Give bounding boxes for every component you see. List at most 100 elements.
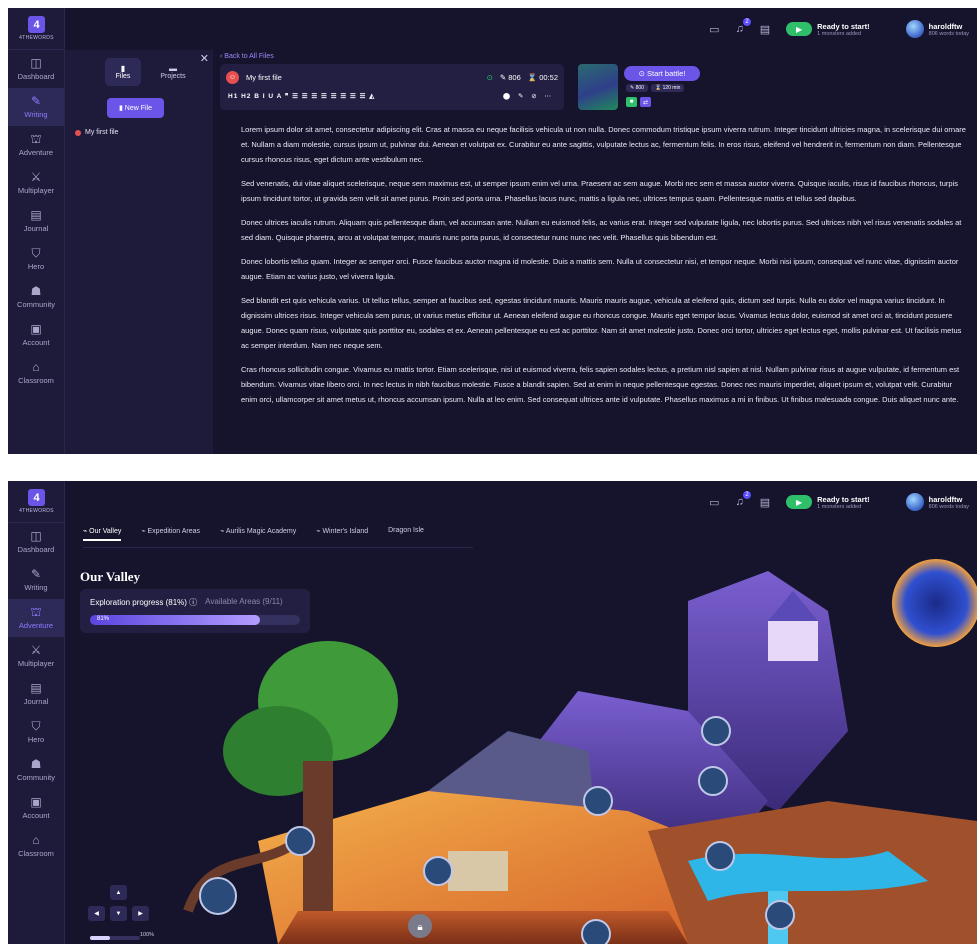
sidebar-item-adventure[interactable]: ⛫ Adventure: [8, 126, 64, 164]
logo-mark: 4: [28, 16, 45, 33]
sidebar-item-multiplayer[interactable]: ⚔ Multiplayer: [8, 164, 64, 202]
new-file-button[interactable]: ▮ New File: [107, 98, 164, 118]
pan-down-button[interactable]: ▼: [110, 906, 127, 921]
pan-right-button[interactable]: ▶: [132, 906, 149, 921]
tab-winters-island[interactable]: ⌁ Winter's Island: [316, 527, 368, 541]
user-menu[interactable]: haroldftw 806 words today: [905, 493, 969, 511]
user-menu[interactable]: haroldftw 806 words today: [905, 20, 969, 38]
format-toolbar[interactable]: H1 H2 B I U A ❞ ☰ ☰ ☰ ☰ ☰ ☰ ☰ ☰ ◭: [228, 92, 375, 100]
sidebar-item-multiplayer[interactable]: ⚔ Multiplayer: [8, 637, 64, 675]
sidebar-item-journal[interactable]: ▤ Journal: [8, 675, 64, 713]
monster-green-icon[interactable]: ■: [626, 97, 637, 107]
map-node[interactable]: [199, 877, 237, 915]
lock-icon: 🔒︎: [417, 922, 422, 933]
tab-aurilis-magic-academy[interactable]: ⌁ Aurilis Magic Academy: [220, 527, 296, 541]
sidebar-item-writing[interactable]: ✎ Writing: [8, 561, 64, 599]
adventure-icon: ⛫: [30, 605, 42, 619]
ready-status[interactable]: ▶ Ready to start! 1 monsters added: [786, 495, 870, 510]
file-icon: ▮: [120, 64, 126, 73]
sidebar-item-account[interactable]: ▣ Account: [8, 316, 64, 354]
sidebar-item-adventure[interactable]: ⛫ Adventure: [8, 599, 64, 637]
paragraph: Donec lobortis tellus quam. Integer ac s…: [241, 257, 959, 281]
map-node[interactable]: [581, 919, 611, 944]
sidebar-item-classroom[interactable]: ⌂ Classroom: [8, 354, 64, 392]
available-areas[interactable]: Available Areas (9/11): [205, 597, 283, 608]
file-list-item[interactable]: My first file: [75, 129, 118, 136]
swords-icon: ⚔: [30, 170, 42, 184]
start-battle-button[interactable]: ⊙ Start battle!: [624, 66, 700, 81]
adventure-screen: 4 4THEWORDS ◫ Dashboard ✎ Writing ⛫ Adventu…: [8, 481, 977, 944]
map-node[interactable]: [701, 716, 731, 746]
sidebar-item-community[interactable]: ☗ Community: [8, 278, 64, 316]
map-node[interactable]: [765, 900, 795, 930]
progress-track: 81%: [90, 615, 300, 625]
sidebar-item-community[interactable]: ☗ Community: [8, 751, 64, 789]
topbar: ▭ ♫ 2 ▤ ▶ Ready to start! 1 monsters added…: [65, 481, 977, 523]
exploration-progress-card: Exploration progress (81%) ⓘ Available A…: [80, 589, 310, 633]
document-body[interactable]: Lorem ipsum dolor sit amet, consectetur …: [241, 122, 967, 416]
tab-expedition-areas[interactable]: ⌁ Expedition Areas: [141, 527, 200, 541]
logo-mark: 4: [28, 489, 45, 506]
zoom-slider[interactable]: [90, 936, 140, 940]
logo[interactable]: 4 4THEWORDS: [8, 8, 65, 50]
community-icon: ☗: [30, 757, 42, 771]
document-icon[interactable]: ▤: [760, 496, 770, 509]
sidebar-item-dashboard[interactable]: ◫ Dashboard: [8, 523, 64, 561]
paragraph: Cras rhoncus sollicitudin congue. Vivamu…: [241, 365, 960, 404]
avatar: [905, 493, 924, 511]
paragraph: Lorem ipsum dolor sit amet, consectetur …: [241, 125, 966, 164]
pan-left-button[interactable]: ◀: [88, 906, 105, 921]
close-icon[interactable]: ✕: [200, 52, 209, 65]
logo-text: 4THEWORDS: [19, 35, 54, 41]
file-title[interactable]: My first file: [246, 73, 282, 82]
play-icon: ▶: [786, 495, 813, 509]
tab-projects[interactable]: ▬ Projects: [155, 58, 191, 86]
map-node[interactable]: [285, 826, 315, 856]
sidebar: 4 4THEWORDS ◫ Dashboard ✎ Writing ⛫ Adventu…: [8, 8, 65, 454]
ready-status[interactable]: ▶ Ready to start! 1 monsters added: [786, 22, 870, 37]
desert-house: [448, 851, 508, 891]
format-toolbar-right[interactable]: ⬤ ✎ ⊘ ⋯: [503, 92, 554, 100]
tab-our-valley[interactable]: ⌁ Our Valley: [83, 527, 122, 541]
sidebar-item-classroom[interactable]: ⌂ Classroom: [8, 827, 64, 865]
pan-up-button[interactable]: ▲: [110, 885, 127, 900]
ready-title: Ready to start!: [817, 494, 870, 504]
sidebar-item-journal[interactable]: ▤ Journal: [8, 202, 64, 240]
notification-badge: 2: [743, 491, 751, 499]
tab-dragon-isle[interactable]: Dragon Isle: [388, 527, 424, 541]
map-node[interactable]: [698, 766, 728, 796]
file-color-icon: [75, 129, 81, 136]
back-link[interactable]: ‹ Back to All Files: [220, 53, 274, 60]
sidebar-item-hero[interactable]: ⛉ Hero: [8, 240, 64, 278]
swap-icon[interactable]: ⇄: [640, 97, 651, 107]
info-icon: ⓘ: [189, 598, 198, 607]
file-panel: ▮ Files ▬ Projects ✕ ▮ New File My first f…: [65, 50, 213, 454]
document-icon[interactable]: ▤: [760, 23, 770, 36]
progress-label: Exploration progress (81%) ⓘ: [90, 598, 198, 607]
topbar: ▭ ♫ 2 ▤ ▶ Ready to start! 1 monsters added…: [65, 8, 977, 50]
tab-files[interactable]: ▮ Files: [105, 58, 141, 86]
play-icon: ▶: [786, 22, 813, 36]
sidebar-item-writing[interactable]: ✎ Writing: [8, 88, 64, 126]
sidebar-item-account[interactable]: ▣ Account: [8, 789, 64, 827]
file-emblem-icon: ☺: [226, 70, 239, 84]
bell-icon[interactable]: ♫ 2: [735, 491, 751, 508]
map-node[interactable]: [705, 841, 735, 871]
chat-icon[interactable]: ▭: [709, 496, 719, 509]
monster-thumbnail[interactable]: [578, 64, 618, 110]
map-node[interactable]: [423, 856, 453, 886]
avatar: [905, 20, 924, 38]
page-title: Our Valley: [80, 569, 141, 584]
map-node[interactable]: [583, 786, 613, 816]
shield-icon: ⛉: [31, 719, 41, 733]
sidebar-item-dashboard[interactable]: ◫ Dashboard: [8, 50, 64, 88]
chat-icon[interactable]: ▭: [709, 23, 719, 36]
saved-check-icon: ⊙: [486, 72, 493, 82]
dashboard-icon: ◫: [30, 56, 42, 70]
battle-words: ✎ 800: [626, 84, 648, 92]
triangle-left-icon: ◀: [94, 911, 99, 917]
logo[interactable]: 4 4THEWORDS: [8, 481, 65, 523]
bell-icon[interactable]: ♫ 2: [735, 18, 751, 35]
sidebar-item-hero[interactable]: ⛉ Hero: [8, 713, 64, 751]
user-words: 806 words today: [928, 503, 969, 510]
